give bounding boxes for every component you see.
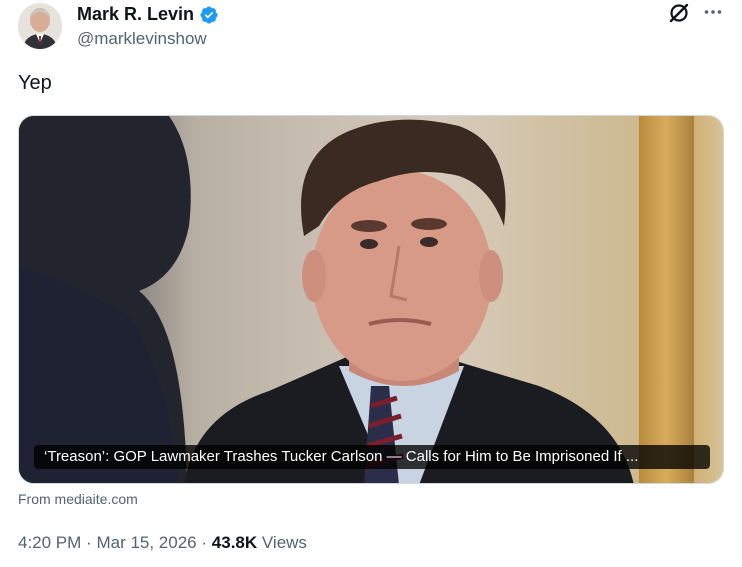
tweet-meta: 4:20 PM · Mar 15, 2026 · 43.8K Views: [18, 533, 307, 553]
card-image: [19, 116, 723, 483]
link-card[interactable]: ‘Treason’: GOP Lawmaker Trashes Tucker C…: [18, 115, 724, 484]
meta-separator: ·: [201, 533, 208, 552]
meta-separator: ·: [86, 533, 92, 552]
author-display-name[interactable]: Mark R. Levin: [77, 4, 194, 25]
author-handle[interactable]: @marklevinshow: [77, 29, 207, 49]
views-label: Views: [261, 533, 307, 552]
tweet-time[interactable]: 4:20 PM: [18, 533, 81, 552]
views-count: 43.8K: [211, 533, 258, 552]
author-avatar[interactable]: [18, 3, 62, 49]
tweet-text: Yep: [18, 72, 52, 94]
more-options-icon[interactable]: [703, 2, 723, 22]
author-name-row[interactable]: Mark R. Levin: [77, 4, 219, 25]
verified-badge-icon: [199, 5, 219, 25]
card-source[interactable]: From mediaite.com: [18, 491, 138, 507]
card-headline[interactable]: ‘Treason’: GOP Lawmaker Trashes Tucker C…: [34, 445, 710, 469]
tweet-date[interactable]: Mar 15, 2026: [96, 533, 196, 552]
grok-icon[interactable]: [668, 2, 690, 24]
